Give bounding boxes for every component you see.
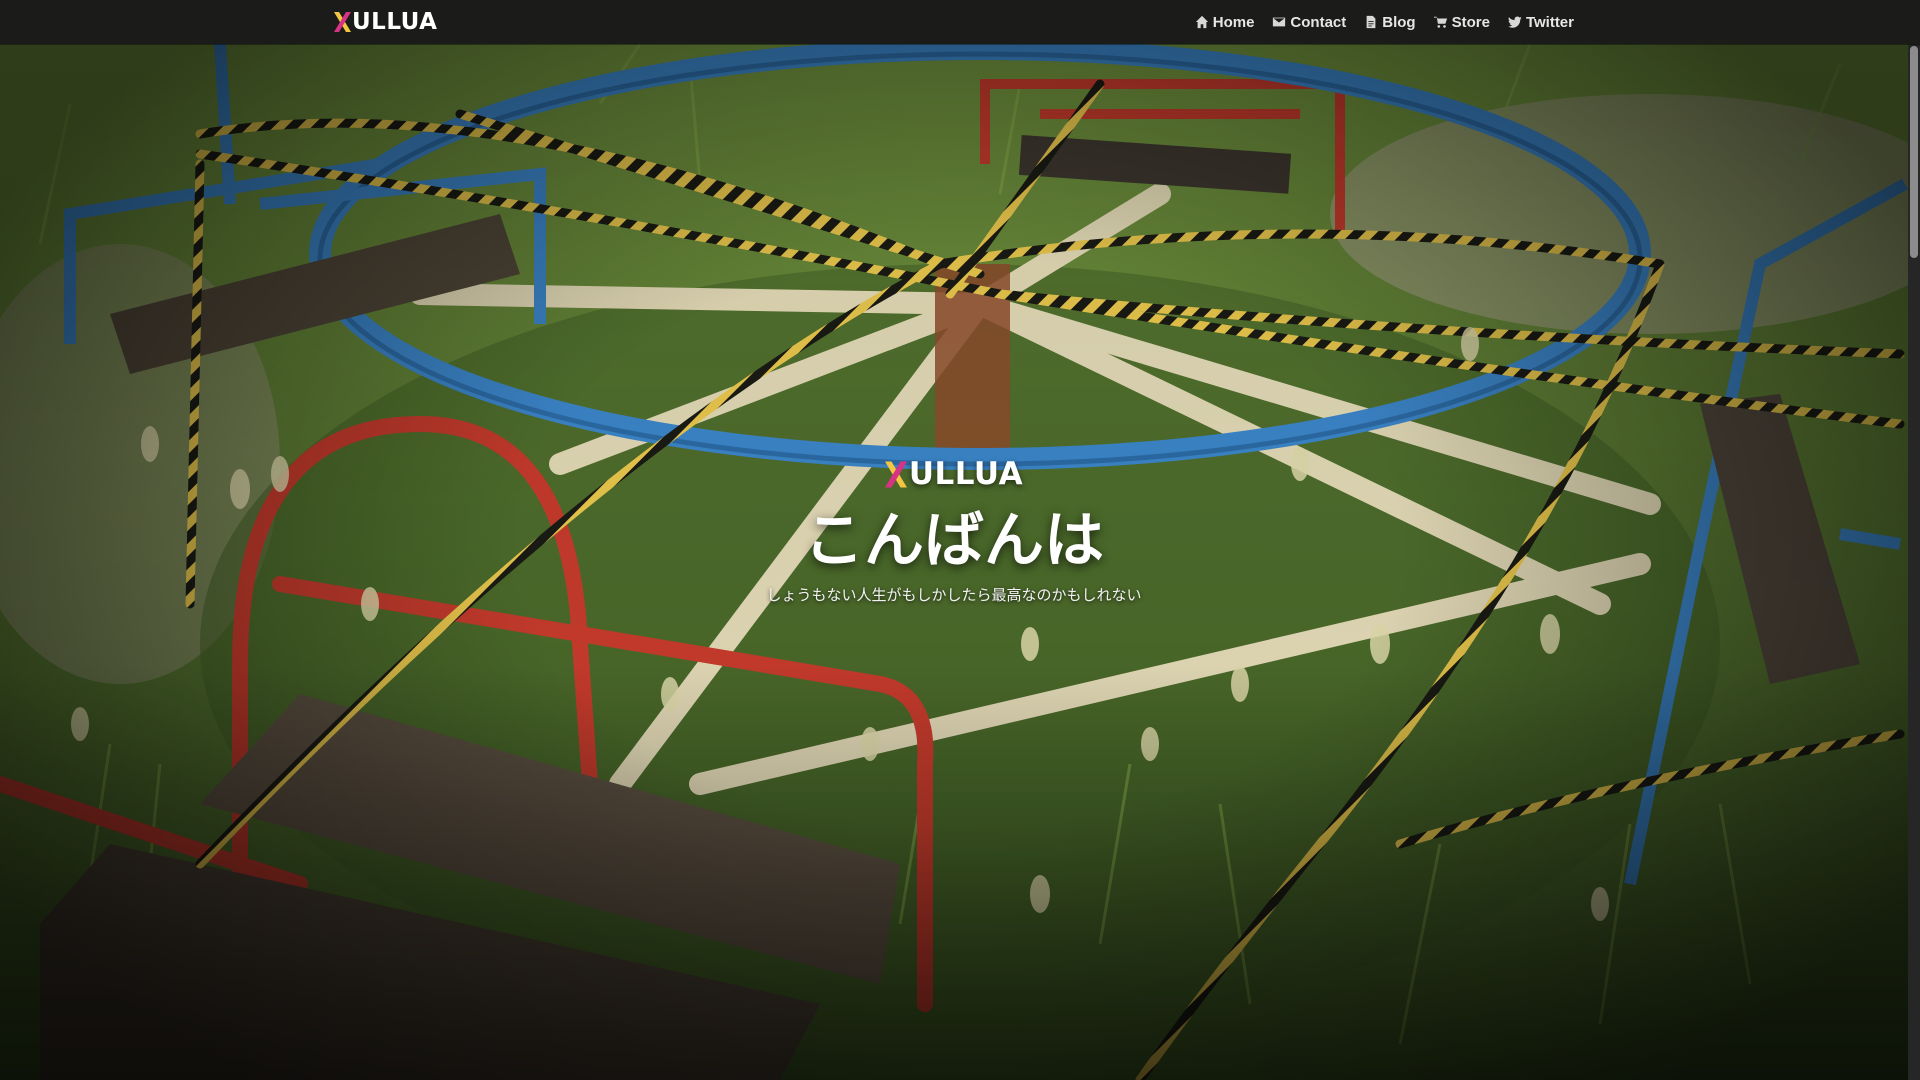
hero-title: こんばんは <box>804 506 1104 576</box>
nav-contact-link[interactable]: Contact <box>1272 14 1346 31</box>
hero-subtitle: しょうもない人生がもしかしたら最高なのかもしれない <box>766 586 1142 604</box>
twitter-icon <box>1507 16 1522 28</box>
document-icon <box>1366 15 1376 29</box>
brand-logo[interactable]: ULLUA <box>334 9 437 35</box>
nav-twitter-label: Twitter <box>1525 13 1574 31</box>
navbar: ULLUA Home Contact Blog Store Twitter <box>0 0 1920 44</box>
nav-contact-label: Contact <box>1290 13 1347 31</box>
mail-icon <box>1273 17 1286 27</box>
nav-blog-link[interactable]: Blog <box>1364 13 1416 31</box>
nav-twitter-link[interactable]: Twitter <box>1507 13 1574 31</box>
logo-x-icon <box>334 12 351 32</box>
nav-store-label: Store <box>1451 13 1490 31</box>
nav-home-link[interactable]: Home <box>1195 13 1255 31</box>
nav-blog-label: Blog <box>1382 13 1416 31</box>
hero-logo-text: ULLUA <box>908 456 1024 492</box>
nav-store-link[interactable]: Store <box>1433 13 1490 31</box>
hero-logo-x-icon <box>884 461 907 487</box>
brand-text: ULLUA <box>352 9 438 35</box>
home-icon <box>1195 15 1208 29</box>
scrollbar-thumb[interactable] <box>1910 46 1918 258</box>
nav-links: Home Contact Blog Store Twitter <box>1195 0 1574 44</box>
hero-logo: ULLUA <box>0 456 1908 492</box>
page: ULLUA Home Contact Blog Store Twitter UL… <box>0 0 1920 1080</box>
cart-icon <box>1433 16 1447 28</box>
nav-home-label: Home <box>1212 13 1255 31</box>
